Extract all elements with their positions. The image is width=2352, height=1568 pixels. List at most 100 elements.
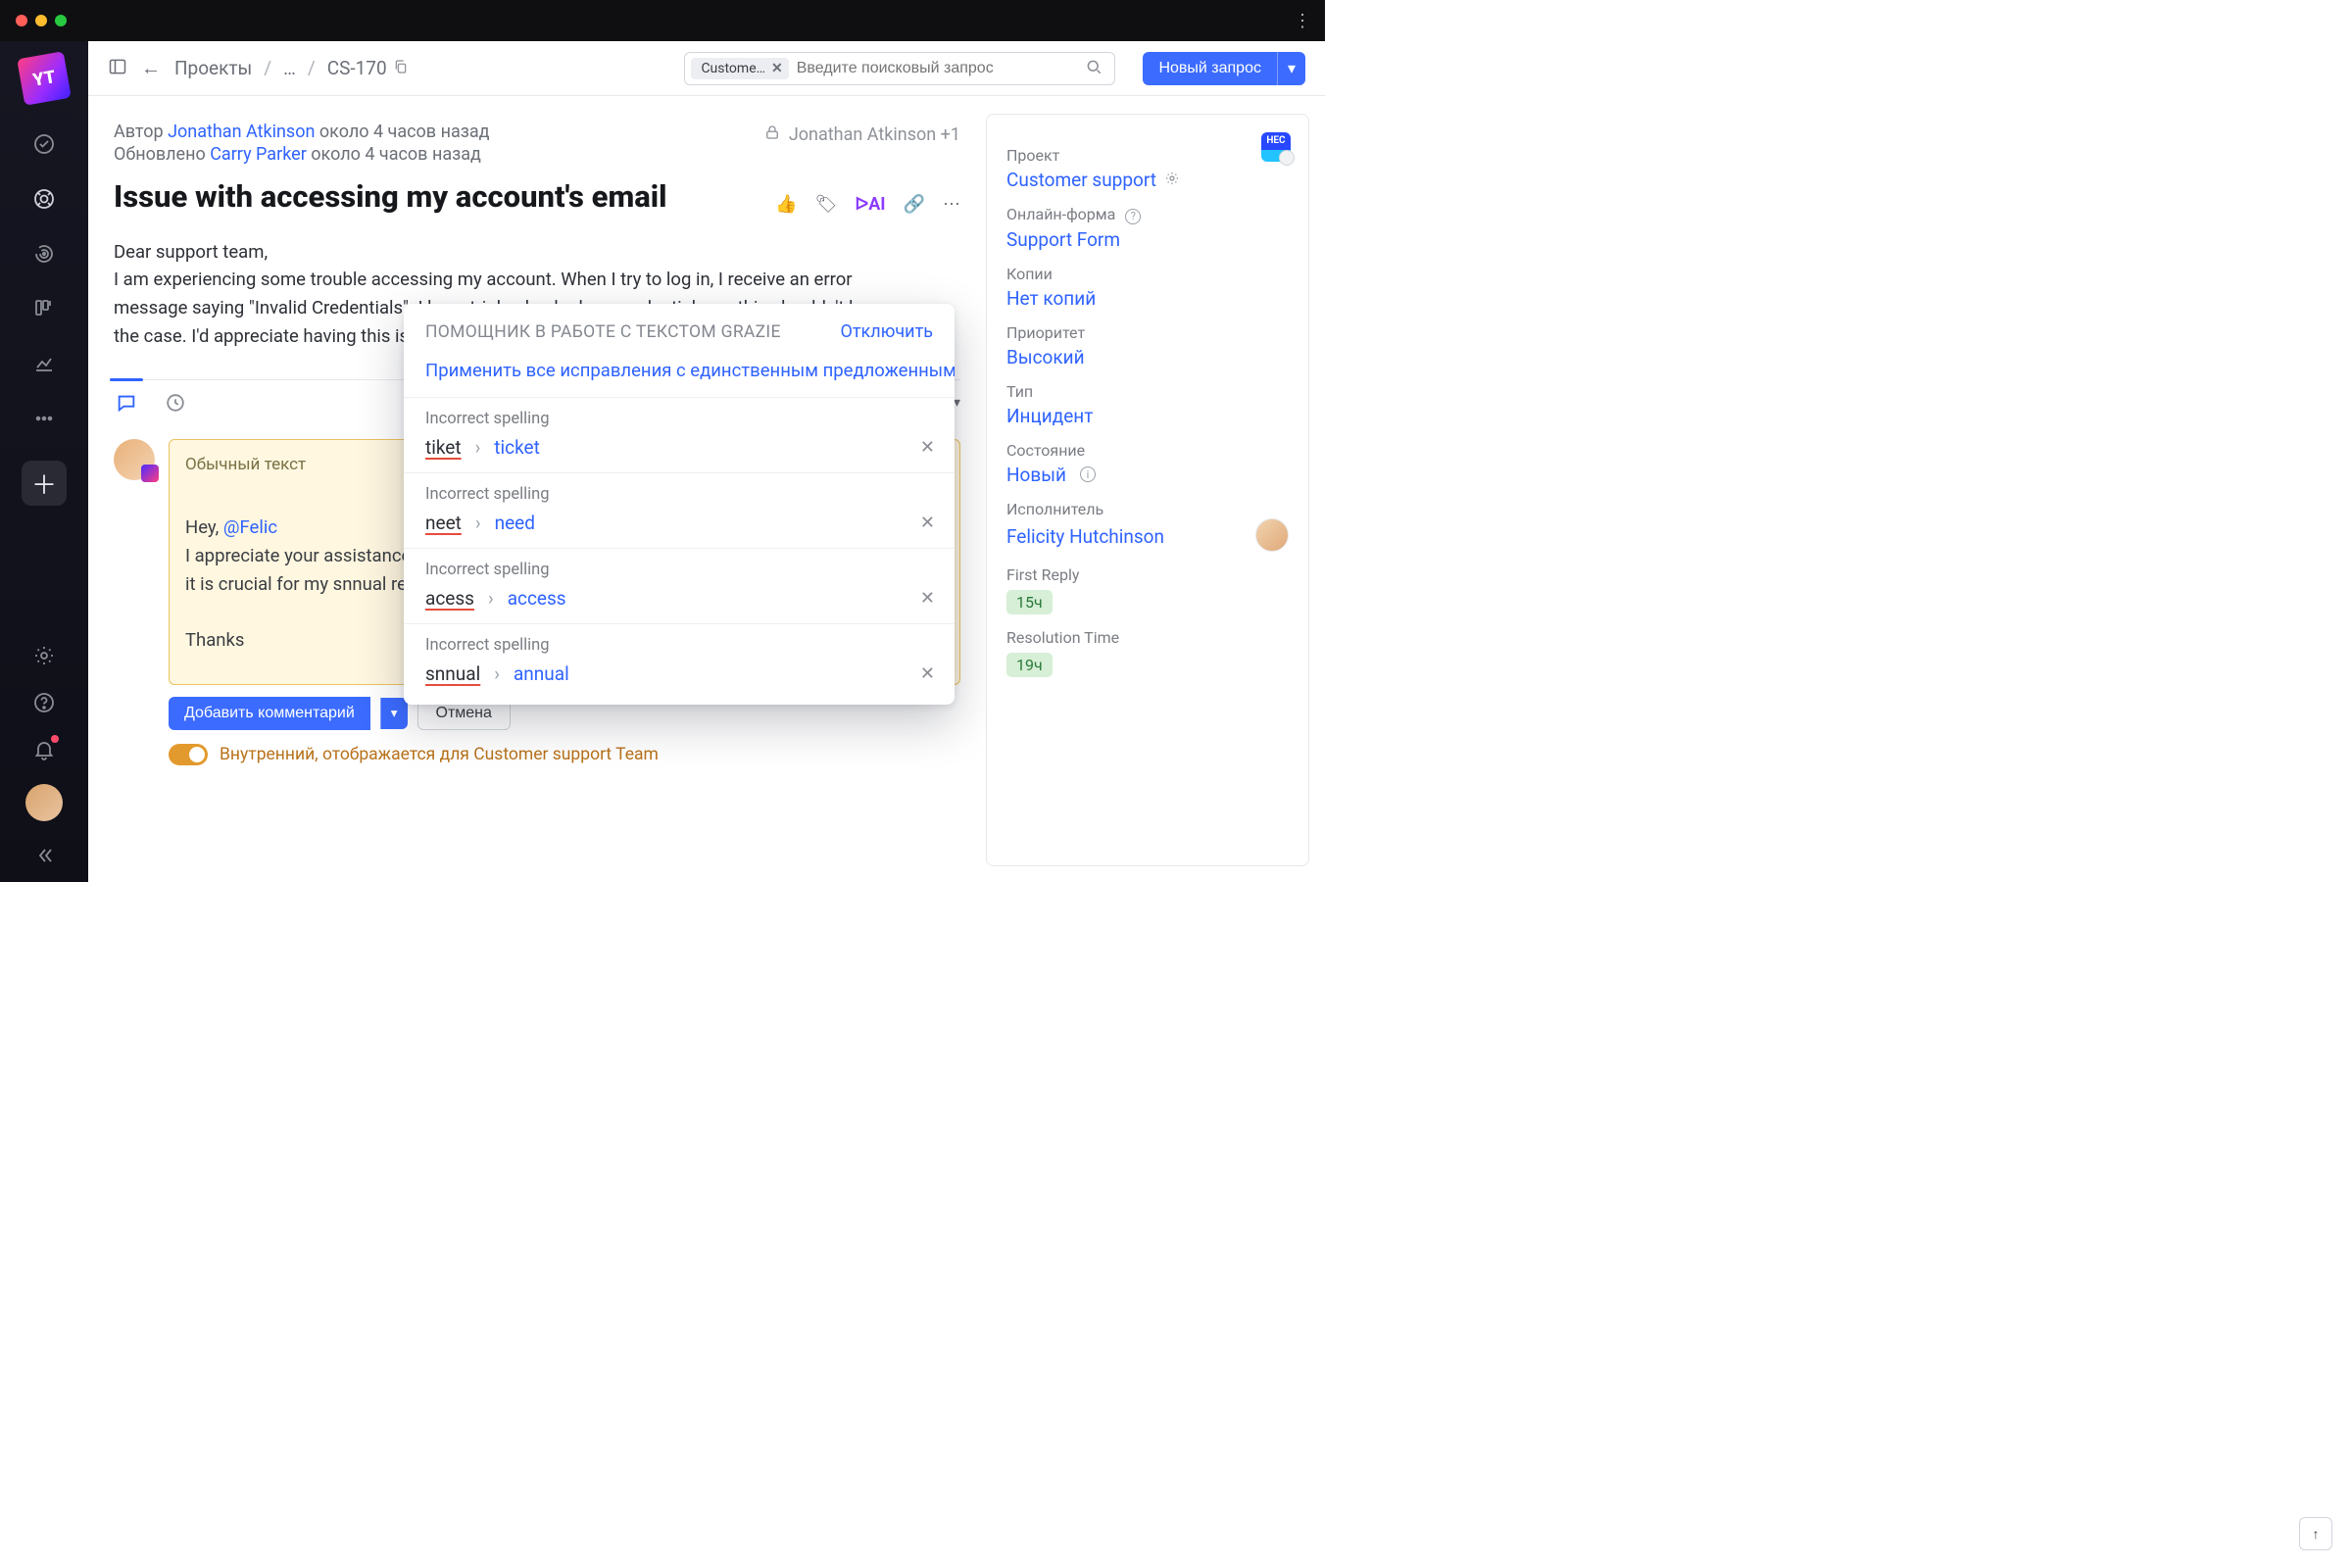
nav-notifications-icon[interactable] (31, 737, 57, 762)
arrow-right-icon: › (475, 512, 481, 534)
left-nav-rail: YT ＋ (0, 41, 88, 882)
sb-state-value[interactable]: Новый i (1006, 464, 1289, 486)
issue-title: Issue with accessing my account's email (114, 178, 858, 217)
search-bar[interactable]: Custome… ✕ (684, 52, 1115, 85)
internal-toggle-label: Внутренний, отображается для Customer su… (220, 745, 659, 764)
tab-comments[interactable] (114, 390, 139, 416)
grazie-correct-word[interactable]: need (495, 512, 535, 534)
nav-boards-icon[interactable] (31, 296, 57, 321)
assignee-avatar[interactable] (1255, 518, 1289, 552)
thumbs-up-icon[interactable]: 👍 (775, 194, 797, 215)
grazie-suggestion: Incorrect spelling neet › need ✕ (404, 473, 955, 549)
tab-history[interactable] (163, 390, 188, 416)
nav-reports-icon[interactable] (31, 351, 57, 376)
breadcrumb-ellipsis[interactable]: … (283, 57, 296, 79)
issue-title-toolbar: 👍 🏷 ᐅAI 🔗 ⋯ (775, 194, 960, 215)
nav-tasks-icon[interactable] (31, 131, 57, 157)
grazie-correct-word[interactable]: access (508, 587, 566, 610)
author-prefix: Автор (114, 122, 168, 142)
chevron-down-icon: ▾ (954, 395, 960, 411)
breadcrumb-sep: / (264, 57, 271, 79)
sb-assignee-label: Исполнитель (1006, 500, 1289, 518)
comment-avatar (114, 439, 155, 480)
grazie-dismiss-icon[interactable]: ✕ (920, 437, 935, 458)
nav-radar-icon[interactable] (31, 241, 57, 267)
new-request-split-button: Новый запрос ▾ (1143, 52, 1305, 85)
grazie-dismiss-icon[interactable]: ✕ (920, 663, 935, 684)
grazie-dismiss-icon[interactable]: ✕ (920, 588, 935, 609)
sb-type-value[interactable]: Инцидент (1006, 405, 1289, 427)
arrow-right-icon: › (488, 587, 494, 610)
comment-mention[interactable]: @Felic (223, 516, 277, 538)
breadcrumb-sep: / (308, 57, 316, 79)
add-comment-dropdown[interactable]: ▾ (380, 698, 408, 729)
updated-suffix: около 4 часов назад (307, 144, 481, 165)
sb-resolution-label: Resolution Time (1006, 628, 1289, 647)
sb-form-label-text: Онлайн-форма (1006, 205, 1115, 223)
grazie-suggestion: Incorrect spelling tiket › ticket ✕ (404, 398, 955, 473)
author-link[interactable]: Jonathan Atkinson (168, 122, 315, 142)
sb-project-value[interactable]: Customer support (1006, 169, 1289, 191)
grazie-popover: ПОМОЩНИК В РАБОТЕ С ТЕКСТОМ GRAZIE Отклю… (404, 304, 955, 705)
grazie-suggestion: Incorrect spelling acess › access ✕ (404, 549, 955, 624)
add-comment-button[interactable]: Добавить комментарий (169, 697, 370, 730)
nav-more-icon[interactable] (31, 406, 57, 431)
updated-prefix: Обновлено (114, 144, 210, 165)
sb-assignee-value[interactable]: Felicity Hutchinson (1006, 525, 1164, 548)
sb-project-label: Проект (1006, 146, 1289, 165)
grazie-dismiss-icon[interactable]: ✕ (920, 513, 935, 533)
nav-create-button[interactable]: ＋ (22, 461, 67, 506)
nav-settings-icon[interactable] (31, 643, 57, 668)
content: Автор Jonathan Atkinson около 4 часов на… (88, 96, 1325, 882)
grazie-wrong-word: snnual (425, 662, 480, 685)
search-chip-label: Custome… (701, 61, 765, 76)
breadcrumb: Проекты / … / CS-170 (174, 57, 409, 79)
breadcrumb-issue[interactable]: CS-170 (327, 57, 409, 79)
window-zoom-button[interactable] (55, 15, 67, 26)
sb-copies-value[interactable]: Нет копий (1006, 287, 1289, 310)
nav-collapse-icon[interactable] (31, 843, 57, 868)
copy-id-icon[interactable] (393, 57, 409, 79)
sb-type-label: Тип (1006, 382, 1289, 401)
traffic-lights (16, 15, 67, 26)
tag-icon[interactable]: 🏷 (815, 194, 838, 215)
new-request-dropdown[interactable]: ▾ (1277, 52, 1305, 85)
grazie-correct-word[interactable]: ticket (494, 436, 540, 459)
updated-link[interactable]: Carry Parker (210, 144, 307, 165)
main-area: ← Проекты / … / CS-170 Custome… ✕ (88, 41, 1325, 882)
sb-priority-value[interactable]: Высокий (1006, 346, 1289, 368)
ai-icon[interactable]: ᐅAI (855, 194, 885, 215)
breadcrumb-projects[interactable]: Проекты (174, 57, 252, 79)
window-close-button[interactable] (16, 15, 27, 26)
nav-support-icon[interactable] (31, 186, 57, 212)
search-chip-remove-icon[interactable]: ✕ (771, 61, 783, 76)
gear-icon[interactable] (1164, 169, 1180, 191)
sb-form-label: Онлайн-форма ? (1006, 205, 1289, 224)
internal-toggle[interactable] (169, 744, 208, 765)
search-icon[interactable] (1085, 58, 1108, 79)
search-chip-project[interactable]: Custome… ✕ (691, 58, 788, 79)
link-icon[interactable]: 🔗 (904, 194, 925, 215)
sb-copies-label: Копии (1006, 265, 1289, 283)
help-icon[interactable]: ? (1125, 209, 1141, 224)
grazie-disable-link[interactable]: Отключить (841, 321, 933, 342)
sb-form-value[interactable]: Support Form (1006, 228, 1289, 251)
window-more-icon[interactable]: ⋮ (1294, 11, 1311, 31)
grazie-correct-word[interactable]: annual (514, 662, 569, 685)
visibility-indicator[interactable]: Jonathan Atkinson +1 (763, 123, 960, 146)
grazie-apply-all[interactable]: Применить все исправления с единственным… (404, 356, 955, 398)
panel-toggle-icon[interactable] (108, 57, 127, 80)
breadcrumb-issue-label: CS-170 (327, 57, 387, 79)
nav-user-avatar[interactable] (25, 784, 63, 821)
nav-help-icon[interactable] (31, 690, 57, 715)
new-request-button[interactable]: Новый запрос (1143, 52, 1277, 85)
search-input[interactable] (789, 60, 1086, 77)
app-logo[interactable]: YT (17, 51, 72, 106)
back-arrow-icon[interactable]: ← (141, 56, 161, 80)
window-minimize-button[interactable] (35, 15, 47, 26)
window-titlebar: ⋮ (0, 0, 1325, 41)
info-icon[interactable]: i (1080, 466, 1096, 482)
more-icon[interactable]: ⋯ (943, 194, 960, 215)
project-badge: HEC (1261, 132, 1291, 162)
issue-sidebar: HEC Проект Customer support Онлайн-форма… (986, 114, 1309, 866)
